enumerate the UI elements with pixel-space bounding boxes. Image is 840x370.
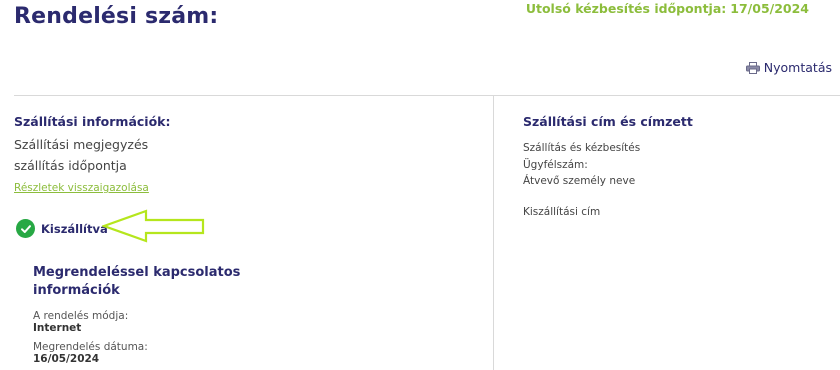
print-label: Nyomtatás — [763, 60, 832, 75]
order-date-value: 16/05/2024 — [33, 353, 100, 365]
order-info-title: Megrendeléssel kapcsolatos információk — [33, 264, 293, 300]
page-title: Rendelési szám: — [14, 4, 219, 29]
order-info-title-line2: információk — [33, 283, 120, 298]
customer-number-label: Ügyfélszám: — [523, 158, 588, 171]
vertical-divider — [493, 96, 494, 370]
shipping-note: Szállítási megjegyzés — [14, 137, 149, 152]
delivery-type: Szállítás és kézbesítés — [523, 142, 641, 154]
last-delivery: Utolsó kézbesítés időpontja: 17/05/2024 — [526, 1, 809, 16]
printer-icon — [745, 61, 760, 74]
order-method-value: Internet — [33, 322, 82, 334]
order-info-section: Megrendeléssel kapcsolatos információk A… — [33, 264, 293, 365]
status-row: Kiszállítva — [16, 219, 108, 238]
delivery-address-label: Kiszállítási cím — [523, 205, 601, 218]
arrow-left-icon — [102, 209, 205, 243]
receiver-name: Átvevő személy neve — [523, 175, 636, 187]
shipping-info-title: Szállítási információk: — [14, 114, 171, 129]
last-delivery-value: 17/05/2024 — [730, 1, 809, 16]
order-date-label: Megrendelés dátuma: — [33, 341, 148, 353]
recipient-title: Szállítási cím és címzett — [523, 114, 693, 129]
confirm-details-link[interactable]: Részletek visszaigazolása — [14, 182, 149, 194]
shipping-info-section: Szállítási információk: Szállítási megje… — [14, 114, 484, 195]
recipient-section: Szállítási cím és címzett Szállítás és k… — [523, 114, 823, 220]
horizontal-divider — [14, 95, 840, 96]
check-circle-icon — [16, 219, 35, 238]
order-method-label: A rendelés módja: — [33, 310, 129, 322]
order-info-title-line1: Megrendeléssel kapcsolatos — [33, 265, 241, 280]
last-delivery-label: Utolsó kézbesítés időpontja: — [525, 1, 727, 16]
recipient-lines: Szállítás és kézbesítés Ügyfélszám: Átve… — [523, 140, 823, 220]
shipping-time: szállítás időpontja — [14, 158, 127, 173]
status-label: Kiszállítva — [41, 221, 108, 236]
print-button[interactable]: Nyomtatás — [745, 60, 832, 75]
